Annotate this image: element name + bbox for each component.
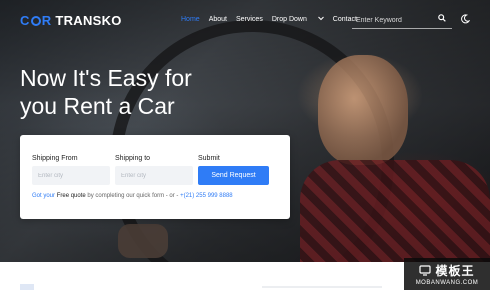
driver-head [318,55,408,165]
section-tab-marker [20,284,34,290]
send-request-button[interactable]: Send Request [198,166,269,185]
logo-letter-c: C [20,13,30,28]
chevron-down-icon [317,16,324,21]
submit-label: Submit [198,155,220,162]
shipping-to-label: Shipping to [115,155,151,162]
shipping-form: Shipping From Shipping to Submit Send Re… [20,135,290,219]
shipping-from-input[interactable] [32,166,110,185]
brand-logo[interactable]: CR TRANSKO [20,13,122,28]
search-icon[interactable] [438,14,446,22]
nav-item-dropdown-label: Drop Down [271,16,307,23]
search-input[interactable] [356,14,434,26]
logo-letter-r: R [41,13,52,28]
phone-link[interactable]: +(21) 255 999 8888 [180,193,233,199]
watermark-badge: 模板王 MOBANWANG.COM [404,258,490,290]
quote-pre: Got your [32,193,56,199]
search-box [352,11,452,29]
moon-icon[interactable] [460,14,470,24]
logo-name: TRANSKO [55,13,122,28]
watermark-title: 模板王 [435,264,475,278]
nav-item-about[interactable]: About [209,16,227,23]
top-navbar: CR TRANSKO Home About Services Drop Down… [0,0,490,40]
quote-note: Got your Free quote by completing our qu… [32,193,233,199]
hero-headline-line-2: you Rent a Car [20,93,175,119]
shipping-from-label: Shipping From [32,155,78,162]
watermark-monitor-icon [419,265,432,276]
driver-plaid-shirt [300,160,490,262]
logo-wheel-icon [30,15,41,26]
section-divider [262,286,382,288]
hero-headline-line-1: Now It's Easy for [20,65,192,91]
watermark-subtitle: MOBANWANG.COM [415,280,479,286]
quote-bold: Free quote [56,193,86,199]
shipping-to-input[interactable] [115,166,193,185]
nav-item-home[interactable]: Home [181,16,200,23]
driver-hand [118,224,168,258]
quote-mid: by completing our quick form - or - [87,193,179,199]
hero-headline: Now It's Easy for you Rent a Car [20,64,192,120]
nav-item-services[interactable]: Services [236,16,263,23]
main-menu: Home About Services Drop Down Contact [181,16,366,23]
nav-item-dropdown[interactable]: Drop Down [272,16,324,23]
